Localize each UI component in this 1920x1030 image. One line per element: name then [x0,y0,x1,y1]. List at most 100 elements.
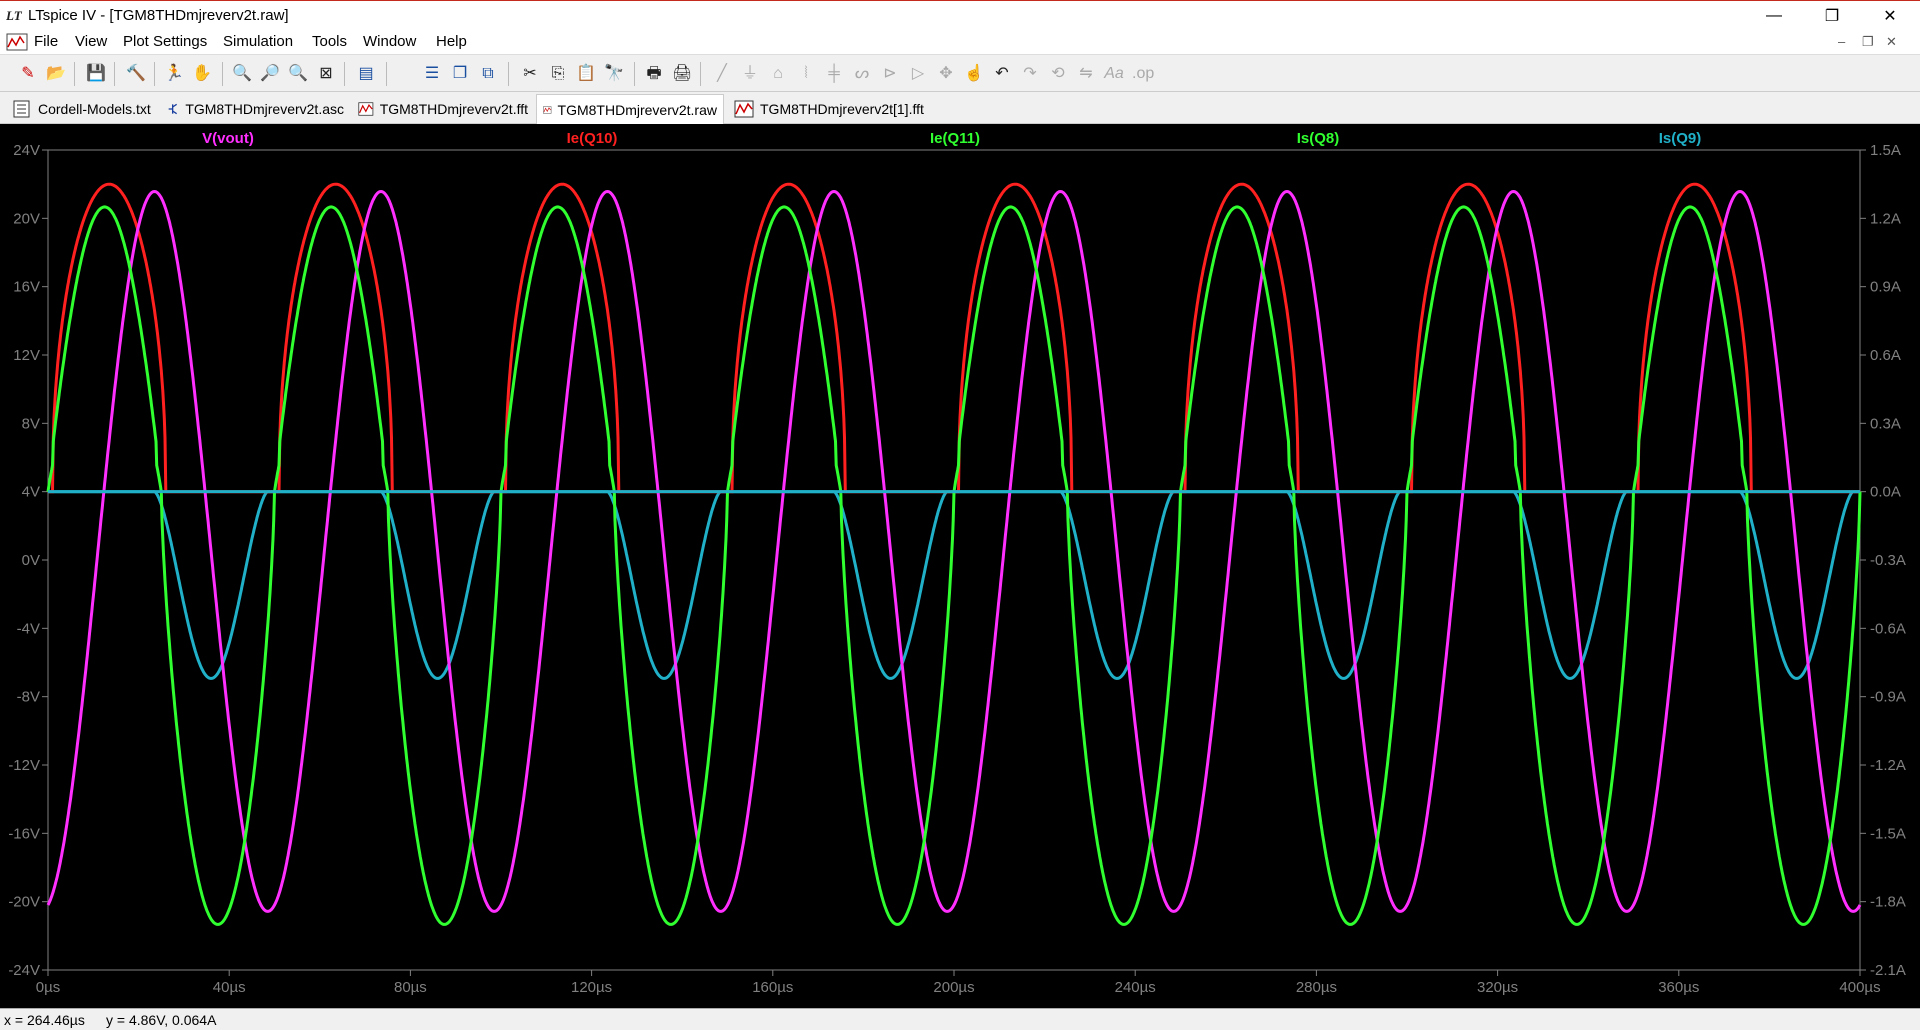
y-left-tick-label: -12V [8,757,40,774]
tile-horizontal-icon[interactable]: ☰ [422,64,442,84]
cascade-icon[interactable]: ❐ [450,64,470,84]
menu-help[interactable]: Help [436,33,467,50]
window-title: LTspice IV - [TGM8THDmjreverv2t.raw] [28,7,289,24]
spice-directive-icon: .op [1132,65,1155,82]
y-right-tick-label: -1.5A [1870,825,1906,842]
menu-plot-settings[interactable]: Plot Settings [123,33,207,50]
x-tick-label: 200µs [933,979,974,996]
menu-window[interactable]: Window [363,33,416,50]
mdi-close-button[interactable]: ✕ [1886,34,1897,50]
y-left-tick-label: 4V [22,484,40,501]
tile-vertical-icon[interactable]: ⧉ [478,64,498,84]
y-left-tick-label: 12V [13,347,40,364]
y-left-tick-label: 20V [13,210,40,227]
trace-label-2: Ie(Q11) [930,130,980,147]
new-schematic-icon[interactable]: ✎ [18,64,38,84]
run-icon[interactable]: 🏃 [164,64,184,84]
y-right-tick-label: 0.6A [1870,347,1901,364]
trace-ie-q10 [48,182,1860,494]
tab-label: Cordell-Models.txt [38,101,151,117]
y-right-tick-label: -2.1A [1870,962,1906,979]
mdi-minimize-button[interactable]: ‒ [1838,34,1845,49]
document-tab-bar: Cordell-Models.txt TGM8THDmjreverv2t.asc… [0,92,1920,124]
print-setup-icon[interactable]: 🖨 [672,64,692,84]
y-right-tick-label: -0.6A [1870,620,1906,637]
waveform-icon [358,102,374,116]
waveform-chart[interactable]: 24V 20V 16V 12V 8V 4V 0V -4V -8V -12V -16V -20V -24V… [0,124,1920,1008]
undo-icon[interactable]: ↶ [992,64,1012,84]
x-tick-label: 240µs [1115,979,1156,996]
y-right-tick-label: 0.0A [1870,484,1901,501]
zoom-fit-icon[interactable]: ⊠ [316,64,336,84]
mirror-icon: ⇋ [1079,65,1093,82]
trace-label-0: V(vout) [202,130,254,147]
zoom-pan-icon[interactable]: 🔎 [260,64,280,84]
waveform-plot-pane[interactable]: 24V 20V 16V 12V 8V 4V 0V -4V -8V -12V -16V -20V -24V… [0,124,1920,1008]
rotate-icon: ⟲ [1051,65,1065,82]
y-left-tick-label: -4V [17,620,40,637]
trace-label-4: Is(Q9) [1659,130,1702,147]
trace-ie-q11 [46,205,1862,926]
tab-label: TGM8THDmjreverv2t.asc [185,101,344,117]
x-tick-label: 40µs [213,979,246,996]
y-left-tick-label: 16V [13,279,40,296]
cut-icon[interactable]: ✂ [520,64,540,84]
minimize-button[interactable]: — [1745,1,1803,30]
y-right-tick-label: 1.5A [1870,142,1901,159]
x-tick-label: 280µs [1296,979,1337,996]
mdi-restore-button[interactable]: ❐ [1862,34,1874,50]
capacitor-icon: ╪ [828,65,840,82]
autorange-icon[interactable]: ▤ [356,64,376,84]
trace-label-1: Ie(Q10) [567,130,618,147]
move-icon: ✥ [939,65,953,82]
plot-frame [47,149,1861,971]
title-bar: LT LTspice IV - [TGM8THDmjreverv2t.raw] … [0,0,1920,30]
menu-file[interactable]: File [34,33,58,50]
y-left-tick-label: -24V [8,962,40,979]
tab-raw-active[interactable]: TGM8THDmjreverv2t.raw [536,94,724,124]
y-left-tick-label: 8V [22,415,40,432]
close-button[interactable]: ✕ [1861,1,1919,30]
menu-bar: File View Plot Settings Simulation Tools… [0,30,1920,54]
tab-fft[interactable]: TGM8THDmjreverv2t.fft [352,96,534,122]
control-panel-icon[interactable]: 🔨 [126,64,146,84]
y-left-tick-label: -16V [8,825,40,842]
menu-tools[interactable]: Tools [312,33,347,50]
drag-icon: ☝ [964,65,984,82]
toolbar: ✎ 📂 💾 🔨 🏃 ✋ 🔍 🔎 🔍 ⊠ ▤ ☰ ❐ ⧉ ✂ ⎘ 📋 🔭 🖶 🖨 … [0,54,1920,92]
menu-view[interactable]: View [75,33,107,50]
halt-icon[interactable]: ✋ [192,64,212,84]
save-icon[interactable]: 💾 [86,64,106,84]
waveform-icon [734,100,754,118]
y-right-tick-label: 1.2A [1870,210,1901,227]
tab-schematic[interactable]: TGM8THDmjreverv2t.asc [160,96,350,122]
svg-text:LT: LT [6,8,23,23]
find-icon[interactable]: 🔭 [604,64,624,84]
schematic-icon [168,103,178,115]
copy-icon[interactable]: ⎘ [548,64,568,84]
status-bar: x = 264.46µs y = 4.86V, 0.064A [0,1008,1920,1030]
tab-fft-1[interactable]: TGM8THDmjreverv2t[1].fft [728,96,932,122]
tab-label: TGM8THDmjreverv2t[1].fft [760,101,924,117]
x-tick-label: 360µs [1658,979,1699,996]
tab-label: TGM8THDmjreverv2t.fft [379,101,528,117]
ltspice-logo-icon: LT [6,8,23,23]
inductor-icon: ᔕ [854,65,870,82]
y-right-tick-label: -0.9A [1870,689,1906,706]
paste-icon[interactable]: 📋 [576,64,596,84]
zoom-out-icon[interactable]: 🔍 [288,64,308,84]
x-tick-label: 80µs [394,979,427,996]
zoom-in-icon[interactable]: 🔍 [232,64,252,84]
restore-button[interactable]: ❐ [1803,1,1861,30]
y-right-tick-label: -1.8A [1870,894,1906,911]
y-right-tick-label: -0.3A [1870,552,1906,569]
print-icon[interactable]: 🖶 [644,64,664,84]
tab-cordell-models[interactable]: Cordell-Models.txt [6,96,158,122]
waveform-doc-icon [6,33,28,51]
y-right-tick-label: 0.3A [1870,415,1901,432]
menu-simulation[interactable]: Simulation [223,33,293,50]
tab-label: TGM8THDmjreverv2t.raw [557,101,717,118]
cursor-y-readout: y = 4.86V, 0.064A [106,1012,217,1028]
open-icon[interactable]: 📂 [46,64,66,84]
x-tick-label: 160µs [752,979,793,996]
